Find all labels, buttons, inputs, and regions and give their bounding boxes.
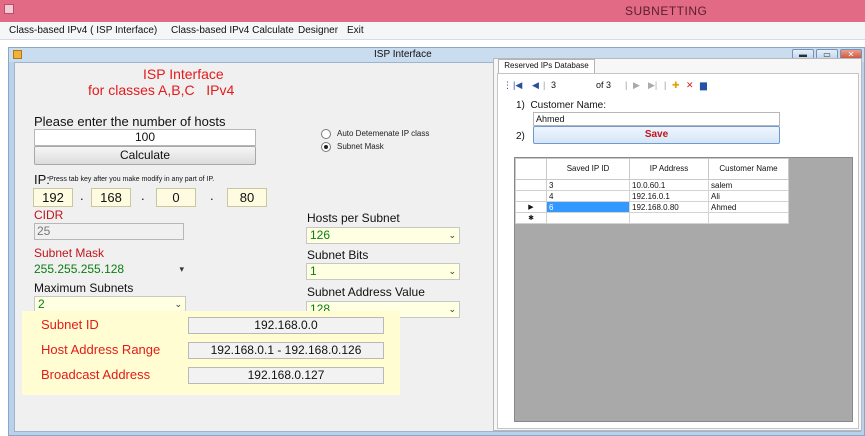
cell-new[interactable] (708, 212, 789, 224)
ip-hint: Press tab key after you make modify in a… (49, 176, 215, 183)
nav-separator: | (625, 80, 628, 90)
table-row[interactable]: 4 192.16.0.1 Ali (515, 190, 789, 202)
app-title-bar: SUBNETTING (0, 0, 865, 22)
hosts-per-subnet-value: 126 (310, 228, 331, 242)
column-header-saved-ip-id[interactable]: Saved IP ID (546, 158, 630, 180)
radio-subnet-mask-label: Subnet Mask (337, 142, 384, 151)
max-subnets-value: 2 (38, 297, 45, 311)
max-subnets-label: Maximum Subnets (34, 281, 134, 295)
reserved-ips-grid: Saved IP ID IP Address Customer Name 3 1… (514, 157, 853, 422)
grid-table: Saved IP ID IP Address Customer Name 3 1… (515, 158, 789, 224)
cidr-field: 25 (34, 223, 184, 240)
move-next-icon[interactable]: ▶ (633, 80, 640, 91)
subnet-id-value: 192.168.0.0 (188, 317, 384, 334)
add-new-icon[interactable]: ✚ (672, 80, 680, 91)
subnet-bits-label: Subnet Bits (307, 248, 369, 262)
move-previous-icon[interactable]: ◀ (532, 80, 539, 91)
heading-subtitle: for classes A,B,C IPv4 (88, 82, 235, 98)
chevron-down-icon: ⌄ (448, 266, 456, 276)
nav-separator: | (664, 80, 667, 90)
hosts-per-subnet-combo[interactable]: 126 ⌄ (306, 227, 460, 244)
position-input[interactable]: 3 (551, 80, 556, 90)
row-header[interactable] (515, 179, 547, 191)
customer-name-label: 1) Customer Name: (516, 100, 607, 111)
chevron-down-icon: ▾ (179, 264, 184, 274)
window-icon (13, 50, 22, 59)
subnet-bits-combo[interactable]: 1 ⌄ (306, 263, 460, 280)
ip-dot-1: . (80, 188, 84, 203)
column-header-customer-name[interactable]: Customer Name (708, 158, 789, 180)
row-header-corner (515, 158, 547, 180)
app-title: SUBNETTING (625, 4, 708, 18)
hosts-prompt-label: Please enter the number of hosts (34, 114, 226, 129)
subnet-mask-value: 255.255.255.128 (34, 262, 125, 276)
cell-saved-ip-id[interactable]: 4 (546, 190, 630, 202)
subnet-address-value-label: Subnet Address Value (307, 285, 425, 299)
hosts-per-subnet-label: Hosts per Subnet (307, 211, 400, 225)
cell-ip-address[interactable]: 192.168.0.80 (629, 201, 709, 213)
cell-customer-name[interactable]: Ali (708, 190, 789, 202)
radio-auto-detect-label: Auto Detemenate IP class (337, 129, 430, 138)
cell-customer-name[interactable]: Ahmed (708, 201, 789, 213)
radio-subnet-mask[interactable] (321, 142, 331, 152)
ip-dot-2: . (141, 188, 145, 203)
heading-title: ISP Interface (143, 66, 224, 82)
host-range-label: Host Address Range (41, 342, 161, 357)
step-two-label: 2) (516, 131, 525, 142)
cell-new[interactable] (546, 212, 630, 224)
cell-ip-address[interactable]: 192.16.0.1 (629, 190, 709, 202)
hosts-input[interactable]: 100 (34, 129, 256, 146)
calculate-button[interactable]: Calculate (34, 146, 256, 165)
customer-name-input[interactable]: Ahmed (533, 112, 780, 126)
cell-customer-name[interactable]: salem (708, 179, 789, 191)
ip-octet-3[interactable]: 0 (156, 188, 196, 207)
broadcast-value: 192.168.0.127 (188, 367, 384, 384)
broadcast-label: Broadcast Address (41, 367, 151, 382)
cell-saved-ip-id[interactable]: 6 (546, 201, 630, 213)
tab-reserved-ips[interactable]: Reserved IPs Database (498, 59, 595, 73)
cidr-label: CIDR (34, 208, 64, 222)
ip-octet-2[interactable]: 168 (91, 188, 131, 207)
chevron-down-icon: ⌄ (174, 299, 182, 309)
menu-bar: Class-based IPv4 ( ISP Interface) Class-… (0, 22, 865, 40)
ip-octet-1[interactable]: 192 (33, 188, 73, 207)
subnet-id-label: Subnet ID (41, 317, 99, 332)
current-row-arrow-icon[interactable]: ▶ (515, 201, 547, 213)
table-row[interactable]: 3 10.0.60.1 salem (515, 179, 789, 191)
new-row-asterisk-icon[interactable]: ✱ (515, 212, 547, 224)
cell-saved-ip-id[interactable]: 3 (546, 179, 630, 191)
subnet-mask-label: Subnet Mask (34, 246, 105, 260)
subnet-bits-value: 1 (310, 264, 317, 278)
app-icon (4, 4, 14, 14)
ip-dot-3: . (210, 188, 214, 203)
delete-icon[interactable]: ✕ (686, 80, 694, 91)
move-last-icon[interactable]: ▶| (648, 80, 657, 91)
host-range-value: 192.168.0.1 - 192.168.0.126 (188, 342, 384, 359)
menu-item-isp-interface[interactable]: Class-based IPv4 ( ISP Interface) (9, 25, 157, 36)
nav-separator: | (543, 80, 546, 90)
menu-item-designer[interactable]: Designer (298, 25, 338, 36)
nav-grip-icon: ⋮ (503, 80, 512, 90)
chevron-down-icon: ⌄ (448, 304, 456, 314)
ip-octet-4[interactable]: 80 (227, 188, 267, 207)
row-header[interactable] (515, 190, 547, 202)
radio-auto-detect[interactable] (321, 129, 331, 139)
column-header-ip-address[interactable]: IP Address (629, 158, 709, 180)
save-button[interactable]: Save (533, 126, 780, 144)
table-row[interactable]: ▶ 6 192.168.0.80 Ahmed (515, 201, 789, 213)
new-row[interactable]: ✱ (515, 212, 789, 224)
position-count: of 3 (596, 80, 612, 90)
cell-ip-address[interactable]: 10.0.60.1 (629, 179, 709, 191)
child-window-title: ISP Interface (374, 49, 432, 60)
ip-label: IP: (34, 172, 50, 187)
save-disk-icon[interactable]: ▆ (700, 80, 707, 91)
chevron-down-icon: ⌄ (448, 230, 456, 240)
menu-item-exit[interactable]: Exit (347, 25, 364, 36)
menu-item-calculate[interactable]: Class-based IPv4 Calculate (171, 25, 294, 36)
move-first-icon[interactable]: |◀ (513, 80, 522, 91)
subnet-mask-combo[interactable]: 255.255.255.128 ▾ (34, 262, 184, 279)
results-panel: Subnet ID 192.168.0.0 Host Address Range… (22, 311, 400, 395)
cell-new[interactable] (629, 212, 709, 224)
